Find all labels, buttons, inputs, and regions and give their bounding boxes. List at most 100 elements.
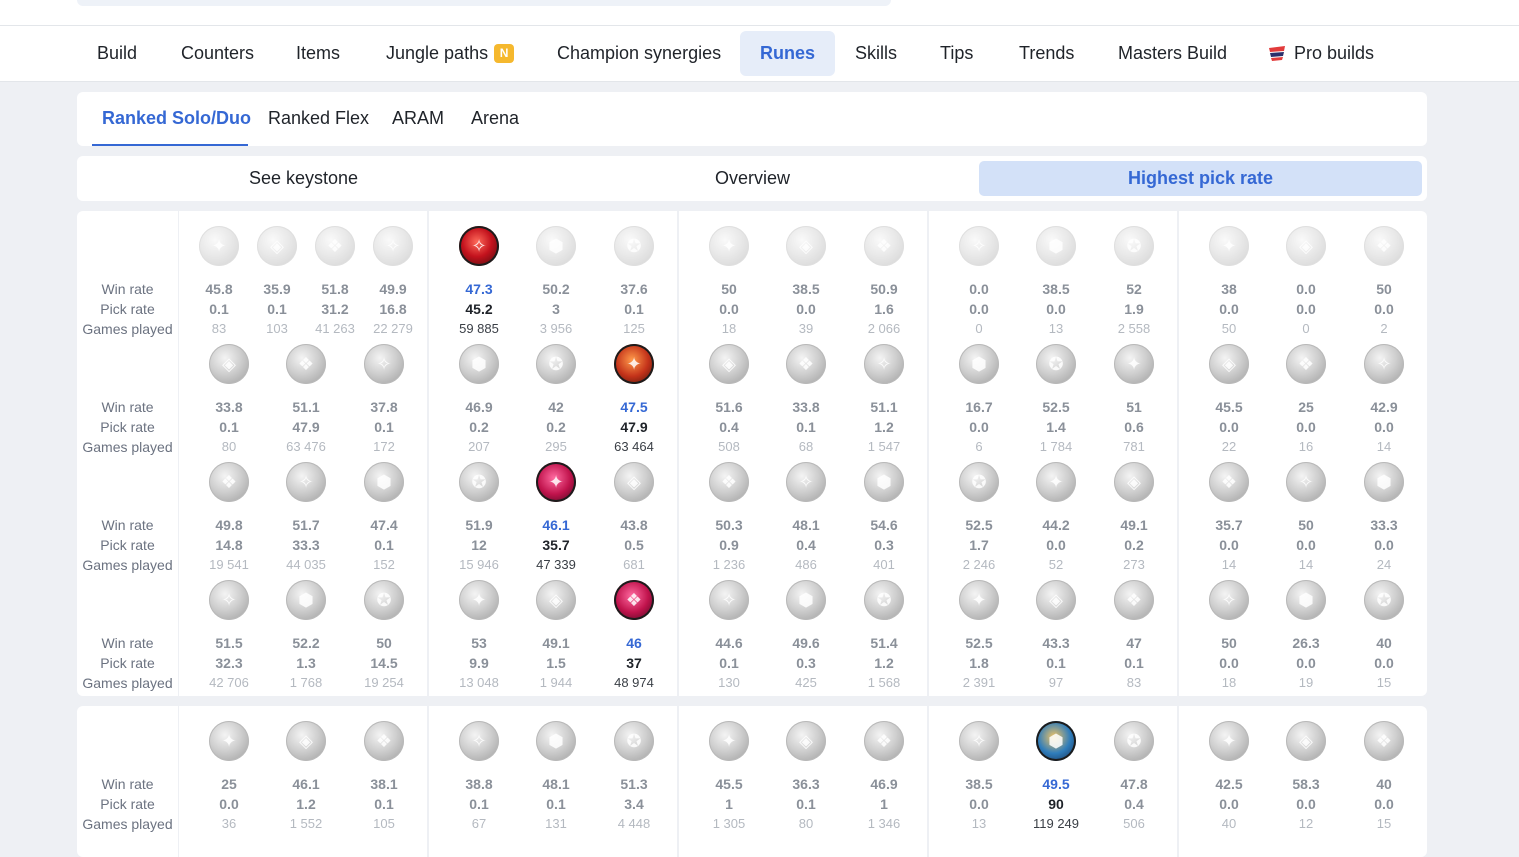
legend-haste-icon[interactable]: ✧	[286, 462, 326, 502]
rune-option[interactable]: ✪ 42 0.2 295	[522, 344, 590, 457]
keystone-phase-rush-icon[interactable]: ❖	[864, 226, 904, 266]
cosmic-insight-icon[interactable]: ✧	[1209, 580, 1249, 620]
rune-option[interactable]: ✧ 51.1 1.2 1 547	[850, 344, 918, 457]
magical-footwear-icon[interactable]: ❖	[1286, 344, 1326, 384]
axiom-arcanist-icon[interactable]: ✦	[709, 721, 749, 761]
rune-option[interactable]: ❖ 33.8 0.1 68	[772, 344, 840, 457]
rune-option[interactable]: ✧ 44.6 0.1 130	[695, 580, 763, 693]
nav-tab-tips[interactable]: Tips	[920, 31, 993, 76]
time-warp-tonic-icon[interactable]: ✧	[1286, 462, 1326, 502]
rune-option[interactable]: ❖ 25 0.0 16	[1272, 344, 1340, 457]
nav-tab-skills[interactable]: Skills	[835, 31, 917, 76]
rune-option[interactable]: ✪ 51.4 1.2 1 568	[850, 580, 918, 693]
rune-option[interactable]: ⬢ 26.3 0.0 19	[1272, 580, 1340, 693]
rune-option[interactable]: ◈ 33.8 0.1 80	[195, 344, 263, 457]
keystone-electrocute-icon[interactable]: ✧	[459, 226, 499, 266]
rune-option[interactable]: ✪ 47.8 0.4 506	[1100, 721, 1168, 834]
ghost-poro-icon[interactable]: ◈	[614, 462, 654, 502]
rune-option[interactable]: ✧ 38.5 0.0 13	[945, 721, 1013, 834]
rune-option[interactable]: ◈ 49.1 0.2 273	[1100, 462, 1168, 575]
triumph-icon[interactable]: ◈	[286, 721, 326, 761]
nav-tab-pro-builds[interactable]: Pro builds	[1248, 31, 1394, 76]
demolish-icon[interactable]: ✧	[959, 721, 999, 761]
rune-option[interactable]: ✦ 25 0.0 36	[195, 721, 263, 834]
rune-option[interactable]: ◈ 0.0 0.0 0	[1272, 226, 1340, 339]
rune-option[interactable]: ❖ 38.1 0.1 105	[350, 721, 418, 834]
manaflow-band-icon[interactable]: ❖	[786, 344, 826, 384]
keystone-grasp-icon[interactable]: ✧	[959, 226, 999, 266]
rune-option[interactable]: ❖ 46.9 1 1 346	[850, 721, 918, 834]
rune-option[interactable]: ❖ 35.7 0.0 14	[1195, 462, 1263, 575]
mode-highest-pick-rate[interactable]: Highest pick rate	[979, 161, 1422, 196]
rune-option[interactable]: ◈ 43.8 0.5 681	[600, 462, 668, 575]
bone-plating-icon[interactable]: ◈	[1114, 462, 1154, 502]
rune-option[interactable]: ❖ 50 0.0 2	[1350, 226, 1418, 339]
rune-option[interactable]: ✧ 47.3 45.2 59 885	[445, 226, 513, 339]
nav-tab-jungle-paths[interactable]: Jungle paths N	[366, 31, 534, 76]
taste-of-blood-icon[interactable]: ⬢	[536, 721, 576, 761]
rune-option[interactable]: ❖ 50.3 0.9 1 236	[695, 462, 763, 575]
rune-option[interactable]: ✧ 0.0 0.0 0	[945, 226, 1013, 339]
rune-option[interactable]: ✦ 53 9.9 13 048	[445, 580, 513, 693]
queue-tab-aram[interactable]: ARAM	[382, 92, 454, 146]
font-of-life-icon[interactable]: ✪	[1036, 344, 1076, 384]
search-bar-strip[interactable]	[77, 0, 891, 6]
cheap-shot-icon[interactable]: ✧	[459, 721, 499, 761]
rune-option[interactable]: ◈ 36.3 0.1 80	[772, 721, 840, 834]
hextech-flashtraption-icon[interactable]: ◈	[1209, 344, 1249, 384]
celerity-icon[interactable]: ✧	[786, 462, 826, 502]
rune-option[interactable]: ✧ 38.8 0.1 67	[445, 721, 513, 834]
rune-option[interactable]: ❖ 51.1 47.9 63 476	[272, 344, 340, 457]
last-stand-icon[interactable]: ✪	[364, 580, 404, 620]
legend-alacrity-icon[interactable]: ❖	[209, 462, 249, 502]
rune-option[interactable]: ✪ 37.6 0.1 125	[600, 226, 668, 339]
waterwalking-icon[interactable]: ⬢	[786, 580, 826, 620]
rune-option[interactable]: ❖ 46 37 48 974	[600, 580, 668, 693]
rune-option[interactable]: ⬢ 48.1 0.1 131	[522, 721, 590, 834]
rune-option[interactable]: ✧ 42.9 0.0 14	[1350, 344, 1418, 457]
rune-option[interactable]: ✪ 40 0.0 15	[1350, 580, 1418, 693]
scorch-icon[interactable]: ✧	[709, 580, 749, 620]
rune-option[interactable]: ⬢ 49.5 90 119 249	[1022, 721, 1090, 834]
rune-option[interactable]: ✦ 45.5 1 1 305	[695, 721, 763, 834]
rune-option[interactable]: ✦ 42.5 0.0 40	[1195, 721, 1263, 834]
rune-option[interactable]: ❖ 50.9 1.6 2 066	[850, 226, 918, 339]
cash-back-icon[interactable]: ✧	[1364, 344, 1404, 384]
magical-footwear-icon[interactable]: ◈	[1286, 721, 1326, 761]
biscuit-delivery-icon[interactable]: ⬢	[1364, 462, 1404, 502]
mode-overview[interactable]: Overview	[531, 161, 974, 196]
font-of-life-icon[interactable]: ⬢	[1036, 721, 1076, 761]
relentless-hunter-icon[interactable]: ◈	[536, 580, 576, 620]
sudden-impact-icon[interactable]: ✦	[614, 344, 654, 384]
rune-option[interactable]: ❖ 40 0.0 15	[1350, 721, 1418, 834]
treasure-hunter-icon[interactable]: ✦	[459, 580, 499, 620]
keystone-summon-aery-icon[interactable]: ✦	[709, 226, 749, 266]
triple-tonic-icon[interactable]: ❖	[1209, 462, 1249, 502]
taste-of-blood-icon[interactable]: ✪	[536, 344, 576, 384]
rune-option[interactable]: ⬢ 16.7 0.0 6	[945, 344, 1013, 457]
rune-option[interactable]: ✦ 44.2 0.0 52	[1022, 462, 1090, 575]
rune-option[interactable]: ✧ 50 0.0 14	[1272, 462, 1340, 575]
rune-option[interactable]: ⬢ 50.2 3 3 956	[522, 226, 590, 339]
keystone-conqueror-icon[interactable]: ✧	[373, 226, 413, 266]
keystone-unsealed-spellbook-icon[interactable]: ◈	[1286, 226, 1326, 266]
unflinching-icon[interactable]: ❖	[1114, 580, 1154, 620]
rune-option[interactable]: ◈ 46.1 1.2 1 552	[272, 721, 340, 834]
rune-option[interactable]: ✧ 50 0.0 18	[1195, 580, 1263, 693]
shield-bash-icon[interactable]: ✦	[1114, 344, 1154, 384]
legend-bloodline-icon[interactable]: ⬢	[364, 462, 404, 502]
jack-of-all-trades-icon[interactable]: ✪	[1364, 580, 1404, 620]
rune-option[interactable]: ❖ 49.8 14.8 19 541	[195, 462, 263, 575]
second-wind-icon[interactable]: ✦	[1036, 462, 1076, 502]
queue-tab-ranked-flex[interactable]: Ranked Flex	[258, 92, 379, 146]
presence-of-mind-icon[interactable]: ❖	[364, 721, 404, 761]
keystone-glacial-augment-icon[interactable]: ✦	[1209, 226, 1249, 266]
sudden-impact-icon[interactable]: ✪	[614, 721, 654, 761]
rune-option[interactable]: ⬢ 47.4 0.1 152	[350, 462, 418, 575]
rune-option[interactable]: ◈ 58.3 0.0 12	[1272, 721, 1340, 834]
triumph-icon[interactable]: ❖	[286, 344, 326, 384]
rune-option[interactable]: ◈ 45.5 0.0 22	[1195, 344, 1263, 457]
rune-option[interactable]: ✧ 51.7 33.3 44 035	[272, 462, 340, 575]
revitalize-icon[interactable]: ◈	[1036, 580, 1076, 620]
queue-tab-arena[interactable]: Arena	[461, 92, 529, 146]
